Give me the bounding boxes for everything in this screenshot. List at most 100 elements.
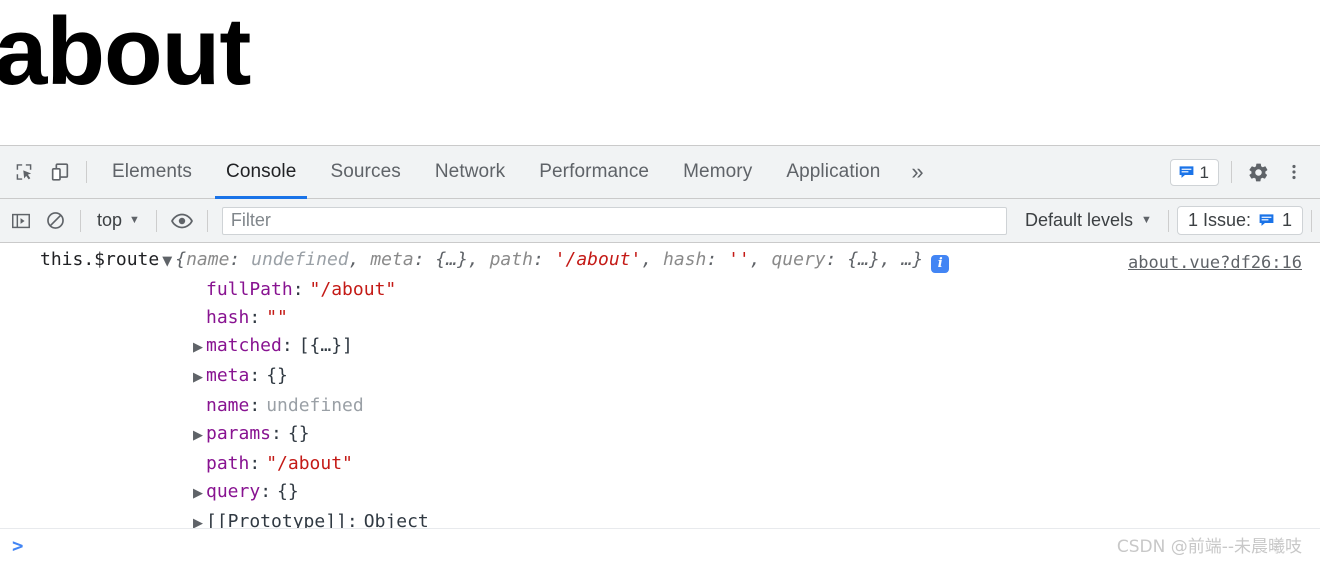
property-colon: : bbox=[249, 365, 261, 386]
more-tabs-button[interactable]: » bbox=[897, 146, 937, 199]
object-property-row: ▶ meta: {} bbox=[0, 362, 1320, 392]
device-toolbar-icon bbox=[51, 163, 69, 181]
expand-triangle-icon[interactable]: ▶ bbox=[190, 422, 206, 450]
inspect-element-button[interactable] bbox=[6, 154, 42, 190]
toolbar-divider bbox=[80, 209, 81, 232]
object-property-row: fullPath: "/about" bbox=[0, 276, 1320, 304]
expand-triangle-icon[interactable]: ▶ bbox=[190, 480, 206, 508]
chevron-double-right-icon: » bbox=[911, 159, 924, 184]
preview-tail: , bbox=[749, 249, 772, 270]
preview-key: query bbox=[771, 249, 826, 270]
property-value: {} bbox=[287, 423, 310, 444]
clear-console-icon bbox=[46, 212, 64, 229]
tab-elements[interactable]: Elements bbox=[95, 146, 209, 199]
console-output: this.$route ▼ {name: undefined, meta: {…… bbox=[0, 243, 1320, 528]
tabstrip-right-controls: 1 bbox=[1169, 146, 1320, 198]
device-toolbar-button[interactable] bbox=[42, 154, 78, 190]
screenshot-root: about Elements Console Sources Network P… bbox=[0, 0, 1320, 564]
preview-key: hash bbox=[663, 249, 707, 270]
property-name: path bbox=[206, 453, 250, 474]
preview-tail: , bbox=[467, 249, 490, 270]
preview-value: undefined bbox=[251, 249, 349, 270]
object-preview: {name: undefined, meta: {…}, path: '/abo… bbox=[175, 246, 923, 274]
live-expression-button[interactable] bbox=[165, 206, 199, 236]
object-property-row: ▶ params: {} bbox=[0, 420, 1320, 450]
source-location-link[interactable]: about.vue?df26:16 bbox=[1128, 249, 1302, 277]
devtools-panel: Elements Console Sources Network Perform… bbox=[0, 145, 1320, 564]
console-sidebar-toggle[interactable] bbox=[4, 206, 38, 236]
tab-sources[interactable]: Sources bbox=[313, 146, 417, 199]
message-icon bbox=[1179, 165, 1193, 178]
property-colon: : bbox=[260, 481, 272, 502]
page-title: about bbox=[0, 0, 251, 105]
tab-label: Network bbox=[434, 161, 506, 182]
preview-tail: , bbox=[879, 249, 902, 270]
chevron-down-icon: ▼ bbox=[129, 214, 140, 226]
expand-triangle-icon[interactable]: ▶ bbox=[190, 510, 206, 528]
console-toolbar: top ▼ Default levels ▼ 1 Issue: bbox=[0, 199, 1320, 243]
console-sidebar-icon bbox=[12, 213, 30, 228]
preview-sep: : bbox=[229, 249, 252, 270]
clear-console-button[interactable] bbox=[38, 206, 72, 236]
preview-value: {…} bbox=[847, 249, 880, 270]
toolbar-divider bbox=[1167, 209, 1169, 232]
property-value: "/about" bbox=[309, 279, 397, 300]
inspect-element-icon bbox=[16, 164, 32, 180]
chevron-down-icon: ▼ bbox=[1141, 214, 1152, 226]
execution-context-selector[interactable]: top ▼ bbox=[89, 207, 148, 234]
message-icon bbox=[1259, 214, 1274, 226]
property-name: name bbox=[206, 395, 250, 416]
property-name: query bbox=[206, 481, 261, 502]
expand-triangle-icon[interactable]: ▶ bbox=[190, 364, 206, 392]
preview-key: meta bbox=[370, 249, 414, 270]
property-name: fullPath bbox=[206, 279, 293, 300]
settings-button[interactable] bbox=[1240, 154, 1276, 190]
property-name: meta bbox=[206, 365, 250, 386]
gear-icon bbox=[1248, 163, 1267, 181]
preview-ellipsis: … bbox=[901, 249, 913, 270]
issues-button[interactable]: 1 Issue: 1 bbox=[1176, 206, 1303, 235]
tab-application[interactable]: Application bbox=[769, 146, 897, 199]
filter-input[interactable] bbox=[221, 206, 1007, 235]
tab-network[interactable]: Network bbox=[418, 146, 522, 199]
message-count: 1 bbox=[1199, 162, 1209, 182]
property-value: undefined bbox=[266, 395, 364, 416]
devtools-menu-button[interactable] bbox=[1276, 154, 1312, 190]
tab-performance[interactable]: Performance bbox=[522, 146, 666, 199]
property-value: Object bbox=[363, 511, 429, 528]
preview-value: '' bbox=[728, 249, 750, 270]
property-colon: : bbox=[249, 395, 261, 416]
preview-sep: : bbox=[413, 249, 436, 270]
tab-console[interactable]: Console bbox=[209, 146, 313, 199]
object-prototype-row: ▶ [[Prototype]]: Object bbox=[0, 508, 1320, 528]
tab-memory[interactable]: Memory bbox=[666, 146, 769, 199]
property-name: hash bbox=[206, 307, 250, 328]
console-prompt-row[interactable]: > CSDN @前端--未晨曦吱 bbox=[0, 528, 1320, 564]
preview-key: path bbox=[489, 249, 533, 270]
preview-sep: : bbox=[706, 249, 729, 270]
info-icon[interactable]: i bbox=[931, 255, 950, 273]
execution-context-value: top bbox=[97, 210, 123, 230]
property-colon: : bbox=[281, 335, 293, 356]
tab-label: Application bbox=[786, 161, 881, 182]
expand-triangle-icon[interactable]: ▶ bbox=[190, 334, 206, 362]
expand-triangle-icon[interactable]: ▼ bbox=[159, 248, 175, 276]
issues-label: 1 Issue: bbox=[1187, 210, 1251, 230]
preview-key: name bbox=[186, 249, 230, 270]
preview-close-brace: } bbox=[912, 249, 924, 270]
property-colon: : bbox=[249, 307, 261, 328]
web-page-viewport: about bbox=[0, 0, 1320, 145]
preview-sep: : bbox=[825, 249, 848, 270]
log-levels-selector[interactable]: Default levels ▼ bbox=[1017, 207, 1160, 234]
preview-value: {…} bbox=[435, 249, 468, 270]
toolbar-divider bbox=[86, 161, 87, 183]
watermark: CSDN @前端--未晨曦吱 bbox=[1116, 537, 1302, 557]
kebab-menu-icon bbox=[1292, 164, 1296, 180]
property-value: {} bbox=[266, 365, 288, 386]
preview-tail: , bbox=[348, 249, 371, 270]
tab-label: Elements bbox=[112, 161, 193, 182]
property-value: {} bbox=[277, 481, 299, 502]
live-expression-eye-icon bbox=[170, 213, 193, 228]
preview-sep: : bbox=[532, 249, 555, 270]
message-count-badge[interactable]: 1 bbox=[1169, 158, 1219, 186]
